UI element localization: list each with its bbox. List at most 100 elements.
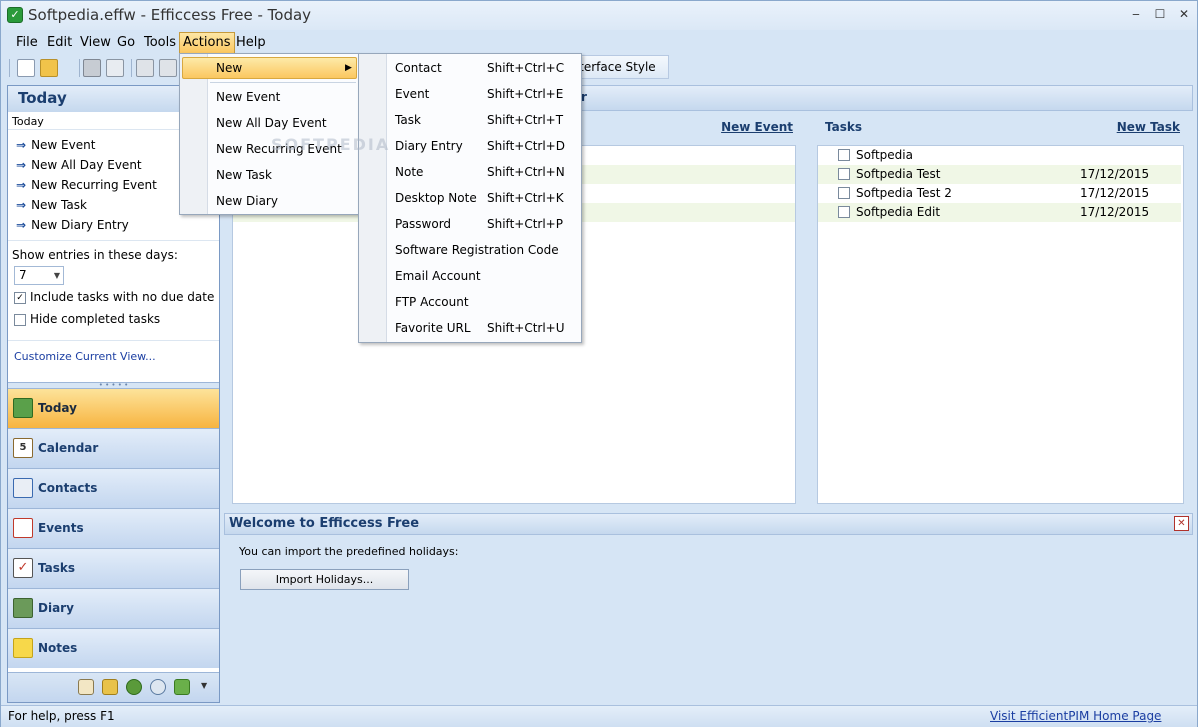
table-row[interactable]: Softpedia Test 17/12/2015: [818, 165, 1181, 184]
table-row[interactable]: Softpedia Edit 17/12/2015: [818, 203, 1181, 222]
menu-item-password[interactable]: Password: [395, 214, 451, 234]
link-new-recurring-event[interactable]: ⇒ New Recurring Event: [16, 176, 157, 194]
table-row[interactable]: Softpedia Test 2 17/12/2015: [818, 184, 1181, 203]
customize-view-link[interactable]: Customize Current View...: [14, 350, 156, 363]
tasks-panel-header: Tasks New Task: [817, 119, 1184, 139]
menu-view[interactable]: View: [77, 32, 114, 54]
notes-icon: [13, 638, 33, 658]
menu-edit[interactable]: Edit: [44, 32, 75, 54]
close-icon[interactable]: ✕: [1173, 5, 1195, 23]
task-checkbox[interactable]: [838, 149, 850, 161]
new-event-link[interactable]: New Event: [721, 120, 793, 134]
print-icon[interactable]: [83, 59, 101, 77]
menu-item-diary-entry[interactable]: Diary Entry: [395, 136, 463, 156]
menu-item-event[interactable]: Event: [395, 84, 429, 104]
tasks-panel-title: Tasks: [825, 120, 863, 134]
menu-item-new[interactable]: New: [216, 58, 242, 78]
hide-completed-checkbox[interactable]: [14, 314, 26, 326]
link-new-task[interactable]: ⇒ New Task: [16, 196, 87, 214]
shortcut-label: Shift+Ctrl+N: [487, 165, 565, 179]
new-task-link[interactable]: New Task: [1117, 120, 1180, 134]
arrow-right-icon: ⇒: [16, 158, 27, 172]
days-select[interactable]: 7 ▼: [14, 266, 64, 285]
diary-icon: [13, 598, 33, 618]
cut-icon[interactable]: [136, 59, 154, 77]
task-checkbox[interactable]: [838, 168, 850, 180]
minimize-icon[interactable]: ‒: [1125, 5, 1147, 23]
task-checkbox[interactable]: [838, 187, 850, 199]
nav-label: Events: [38, 521, 84, 535]
menu-item-new-diary[interactable]: New Diary: [216, 191, 278, 211]
menu-item-contact[interactable]: Contact: [395, 58, 442, 78]
task-checkbox[interactable]: [838, 206, 850, 218]
check-icon: ✓: [7, 7, 23, 23]
menu-item-note[interactable]: Note: [395, 162, 423, 182]
menu-item-desktop-note[interactable]: Desktop Note: [395, 188, 477, 208]
nav-notes[interactable]: Notes: [8, 628, 219, 668]
new-document-icon[interactable]: [17, 59, 35, 77]
print-preview-icon[interactable]: [106, 59, 124, 77]
link-label: New Diary Entry: [31, 218, 129, 232]
link-new-all-day-event[interactable]: ⇒ New All Day Event: [16, 156, 142, 174]
globe-icon[interactable]: [126, 679, 142, 695]
menu-item-new-highlight: [182, 57, 357, 79]
search-icon[interactable]: [150, 679, 166, 695]
link-new-diary-entry[interactable]: ⇒ New Diary Entry: [16, 216, 129, 234]
chevron-down-icon: ▼: [53, 271, 60, 280]
hide-completed-label: Hide completed tasks: [30, 312, 161, 326]
nav-label: Notes: [38, 641, 78, 655]
nav-tasks[interactable]: ✓ Tasks: [8, 548, 219, 588]
home-page-link[interactable]: Visit EfficientPIM Home Page: [990, 706, 1161, 727]
clipboard-icon[interactable]: [78, 679, 94, 695]
close-icon[interactable]: ✕: [1174, 516, 1189, 531]
nav-events[interactable]: Events: [8, 508, 219, 548]
nav-calendar[interactable]: 5 Calendar: [8, 428, 219, 468]
home-icon: [13, 398, 33, 418]
menu-item-new-event[interactable]: New Event: [216, 87, 280, 107]
menu-go[interactable]: Go: [114, 32, 138, 54]
menu-tools[interactable]: Tools: [141, 32, 179, 54]
tasks-icon: ✓: [13, 558, 33, 578]
table-row[interactable]: Softpedia: [818, 146, 1181, 165]
menu-item-favorite-url[interactable]: Favorite URL: [395, 318, 471, 338]
contacts-icon: [13, 478, 33, 498]
nav-diary[interactable]: Diary: [8, 588, 219, 628]
welcome-title: Welcome to Efficcess Free: [224, 513, 1193, 535]
menu-actions[interactable]: Actions: [179, 32, 235, 54]
menu-item-task[interactable]: Task: [395, 110, 421, 130]
key-icon[interactable]: [102, 679, 118, 695]
nav-label: Calendar: [38, 441, 99, 455]
actions-menu: New ▶ New Event New All Day Event New Re…: [179, 53, 359, 215]
watermark: SOFTPEDIA: [271, 135, 391, 154]
menu-help[interactable]: Help: [233, 32, 269, 54]
shortcut-label: Shift+Ctrl+P: [487, 217, 563, 231]
task-name: Softpedia Edit: [856, 205, 941, 219]
refresh-icon[interactable]: [174, 679, 190, 695]
nav-bottom-bar: ▼: [8, 672, 219, 702]
menu-item-software-registration-code[interactable]: Software Registration Code: [395, 240, 559, 260]
open-folder-icon[interactable]: [40, 59, 58, 77]
days-value: 7: [19, 268, 27, 282]
maximize-icon[interactable]: ☐: [1149, 5, 1171, 23]
copy-icon[interactable]: [159, 59, 177, 77]
link-label: New Recurring Event: [31, 178, 157, 192]
include-tasks-checkbox[interactable]: ✓: [14, 292, 26, 304]
nav-label: Today: [38, 401, 77, 415]
menu-item-email-account[interactable]: Email Account: [395, 266, 481, 286]
menu-item-new-task[interactable]: New Task: [216, 165, 272, 185]
menu-item-new-all-day-event[interactable]: New All Day Event: [216, 113, 327, 133]
show-entries-label: Show entries in these days:: [12, 248, 178, 262]
nav-today[interactable]: Today: [8, 388, 219, 428]
welcome-text: You can import the predefined holidays:: [239, 545, 459, 558]
link-new-event[interactable]: ⇒ New Event: [16, 136, 95, 154]
menu-bar: File Edit View Go Tools Actions Help: [7, 32, 1193, 54]
menu-item-ftp-account[interactable]: FTP Account: [395, 292, 469, 312]
nav-contacts[interactable]: Contacts: [8, 468, 219, 508]
menu-file[interactable]: File: [13, 32, 41, 54]
calendar-icon: 5: [13, 438, 33, 458]
chevron-down-icon[interactable]: ▼: [201, 681, 207, 690]
toolbar-separator: [131, 59, 132, 77]
import-holidays-button[interactable]: Import Holidays...: [240, 569, 409, 590]
nav-label: Tasks: [38, 561, 76, 575]
menu-gutter: [359, 54, 387, 342]
